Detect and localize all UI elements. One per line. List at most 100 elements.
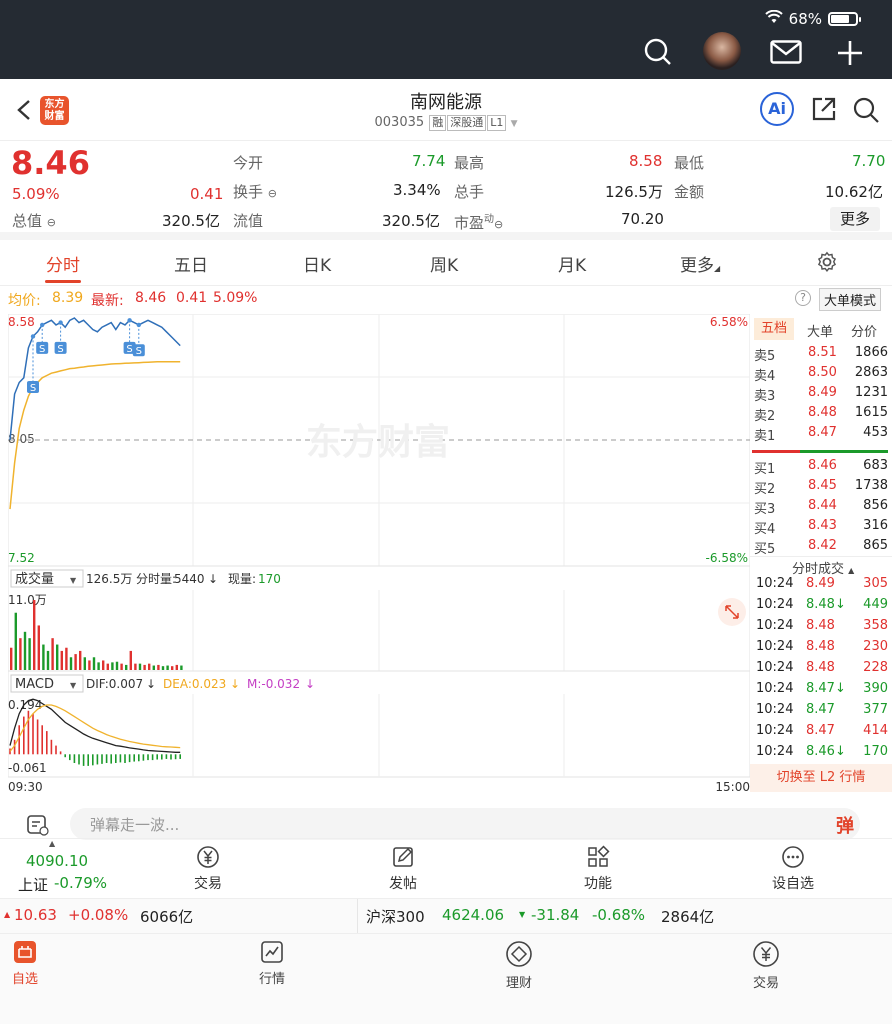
tab-monthly-k[interactable]: 月K xyxy=(558,251,586,276)
mail-icon[interactable] xyxy=(770,40,802,64)
volume-bar xyxy=(102,660,105,670)
tab-daily-k[interactable]: 日K xyxy=(303,251,331,276)
bid-row[interactable]: 买2 8.45 1738 xyxy=(754,478,888,498)
index-name[interactable]: 上证 xyxy=(18,874,48,895)
high-value: 8.58 xyxy=(629,152,663,170)
volume-xl-label: 现量: xyxy=(228,572,256,586)
s-marker-label: S xyxy=(30,383,36,394)
volume-bar xyxy=(42,644,45,670)
row-volume: 856 xyxy=(863,498,888,513)
search-icon[interactable] xyxy=(643,37,673,67)
tick-volume: 170 xyxy=(863,744,888,759)
volume-bar xyxy=(65,647,68,670)
avatar[interactable] xyxy=(703,32,741,70)
volume-fsl-label: 分时量: xyxy=(136,572,176,586)
macd-m: M:-0.032 xyxy=(247,677,300,691)
more-quote-button[interactable]: 更多 xyxy=(830,207,880,231)
change-value: 0.41 xyxy=(190,185,224,203)
last-value: 8.46 xyxy=(135,290,167,306)
arrow-down-icon: ↓ xyxy=(208,572,218,586)
yen-icon xyxy=(753,941,779,967)
danmu-list-icon[interactable] xyxy=(26,814,50,836)
info-icon[interactable]: ⊖ xyxy=(494,218,503,231)
book-tab-price[interactable]: 分价 xyxy=(851,321,877,340)
big-order-mode-button[interactable]: 大单模式 xyxy=(819,288,882,311)
ask-row[interactable]: 卖4 8.50 2863 xyxy=(754,365,888,385)
volume-bar xyxy=(69,657,73,670)
bid-row[interactable]: 买3 8.44 856 xyxy=(754,498,888,518)
index-ticker[interactable]: ▲ 10.63 +0.08% 6066亿 沪深300 4624.06 ▼ -31… xyxy=(0,898,892,934)
info-icon[interactable]: ⊖ xyxy=(268,187,277,200)
switch-l2-button[interactable]: 切换至 L2 行情 xyxy=(750,764,892,792)
tick-row: 10:24 8.46↓ 170 xyxy=(754,744,888,764)
row-price: 8.47 xyxy=(808,425,837,440)
function-button[interactable]: 功能 xyxy=(558,845,638,893)
add-icon[interactable] xyxy=(837,40,863,66)
nav-wealth[interactable]: 理财 xyxy=(489,940,549,991)
ask-row[interactable]: 卖3 8.49 1231 xyxy=(754,385,888,405)
volume-bar xyxy=(37,625,40,670)
tab-more[interactable]: 更多◢ xyxy=(680,251,720,276)
volume-bar xyxy=(180,665,183,670)
order-book: 五档 大单 分价 卖5 8.51 1866 卖4 8.50 2863 卖3 8.49 1231 卖… xyxy=(750,314,892,794)
open-label: 今开 xyxy=(233,154,264,172)
index-b-name: 沪深300 xyxy=(366,908,425,926)
ticks-title[interactable]: 分时成交 ▲ xyxy=(792,558,854,577)
volume-bar xyxy=(171,666,174,670)
ask-row[interactable]: 卖2 8.48 1615 xyxy=(754,405,888,425)
bid-row[interactable]: 买1 8.46 683 xyxy=(754,458,888,478)
book-tab-big[interactable]: 大单 xyxy=(807,321,833,340)
y-axis-mid: 8.05 xyxy=(8,432,35,446)
tick-price: 8.47↓ xyxy=(806,681,846,696)
volume-bar xyxy=(166,665,169,670)
tab-weekly-k[interactable]: 周K xyxy=(430,251,458,276)
row-price: 8.49 xyxy=(808,385,837,400)
volume-label: 总手 xyxy=(454,183,485,201)
tick-row: 10:24 8.47 414 xyxy=(754,723,888,743)
share-icon[interactable] xyxy=(811,96,837,122)
row-volume: 1231 xyxy=(854,385,888,400)
intraday-chart[interactable]: 东方财富 8.58 8.05 7.52 6.58% -6.58% SSSSS 成… xyxy=(7,313,751,794)
info-icon[interactable]: ⊖ xyxy=(47,216,56,229)
index-pct[interactable]: -0.79% xyxy=(54,874,107,892)
dea-line xyxy=(9,704,181,752)
tab-intraday[interactable]: 分时 xyxy=(46,251,80,276)
s-marker-dot xyxy=(58,320,63,325)
volume-bar xyxy=(10,647,13,670)
ask-row[interactable]: 卖5 8.51 1866 xyxy=(754,345,888,365)
volume-bar xyxy=(106,663,109,670)
index-value[interactable]: 4090.10 xyxy=(26,852,88,870)
row-price: 8.44 xyxy=(808,498,837,513)
price-summary-bar: 均价: 8.39 最新: 8.46 0.41 5.09% ? 大单模式 xyxy=(0,288,892,311)
nav-watchlist[interactable]: 自选 xyxy=(0,940,55,987)
index-a-pct: +0.08% xyxy=(68,906,129,924)
bid-row[interactable]: 买4 8.43 316 xyxy=(754,518,888,538)
chevron-down-icon[interactable]: ▼ xyxy=(511,119,518,129)
search-icon[interactable] xyxy=(852,96,880,124)
trade-button[interactable]: 交易 xyxy=(168,845,248,893)
post-button[interactable]: 发帖 xyxy=(363,845,443,893)
volume-bar xyxy=(33,600,36,670)
tick-volume: 358 xyxy=(863,618,888,633)
volume-bar xyxy=(60,650,63,670)
bid-row[interactable]: 买5 8.42 865 xyxy=(754,538,888,558)
pct-axis-high: 6.58% xyxy=(710,315,748,329)
ask-row[interactable]: 卖1 8.47 453 xyxy=(754,425,888,445)
row-label: 买2 xyxy=(754,482,776,497)
nav-market[interactable]: 行情 xyxy=(242,940,302,987)
time-start: 09:30 xyxy=(8,780,43,794)
danmu-input[interactable]: 弹幕走一波... xyxy=(70,808,860,840)
book-tab-five[interactable]: 五档 xyxy=(754,318,794,340)
watermark: 东方财富 xyxy=(306,421,450,463)
volume-bar xyxy=(56,644,59,670)
arrow-down-icon: ↓ xyxy=(230,677,240,691)
nav-trade[interactable]: 交易 xyxy=(736,940,796,991)
volume-label: 成交量 xyxy=(15,571,54,587)
chart-canvas[interactable]: 东方财富 8.58 8.05 7.52 6.58% -6.58% SS S S S 成… xyxy=(7,313,751,794)
settings-icon[interactable] xyxy=(816,251,838,273)
ai-button[interactable]: Ai xyxy=(760,92,794,126)
help-icon[interactable]: ? xyxy=(795,290,811,306)
danmu-toggle-button[interactable]: 弹 xyxy=(836,812,862,837)
set-watchlist-button[interactable]: 设自选 xyxy=(753,845,833,893)
tab-five-day[interactable]: 五日 xyxy=(174,251,208,276)
